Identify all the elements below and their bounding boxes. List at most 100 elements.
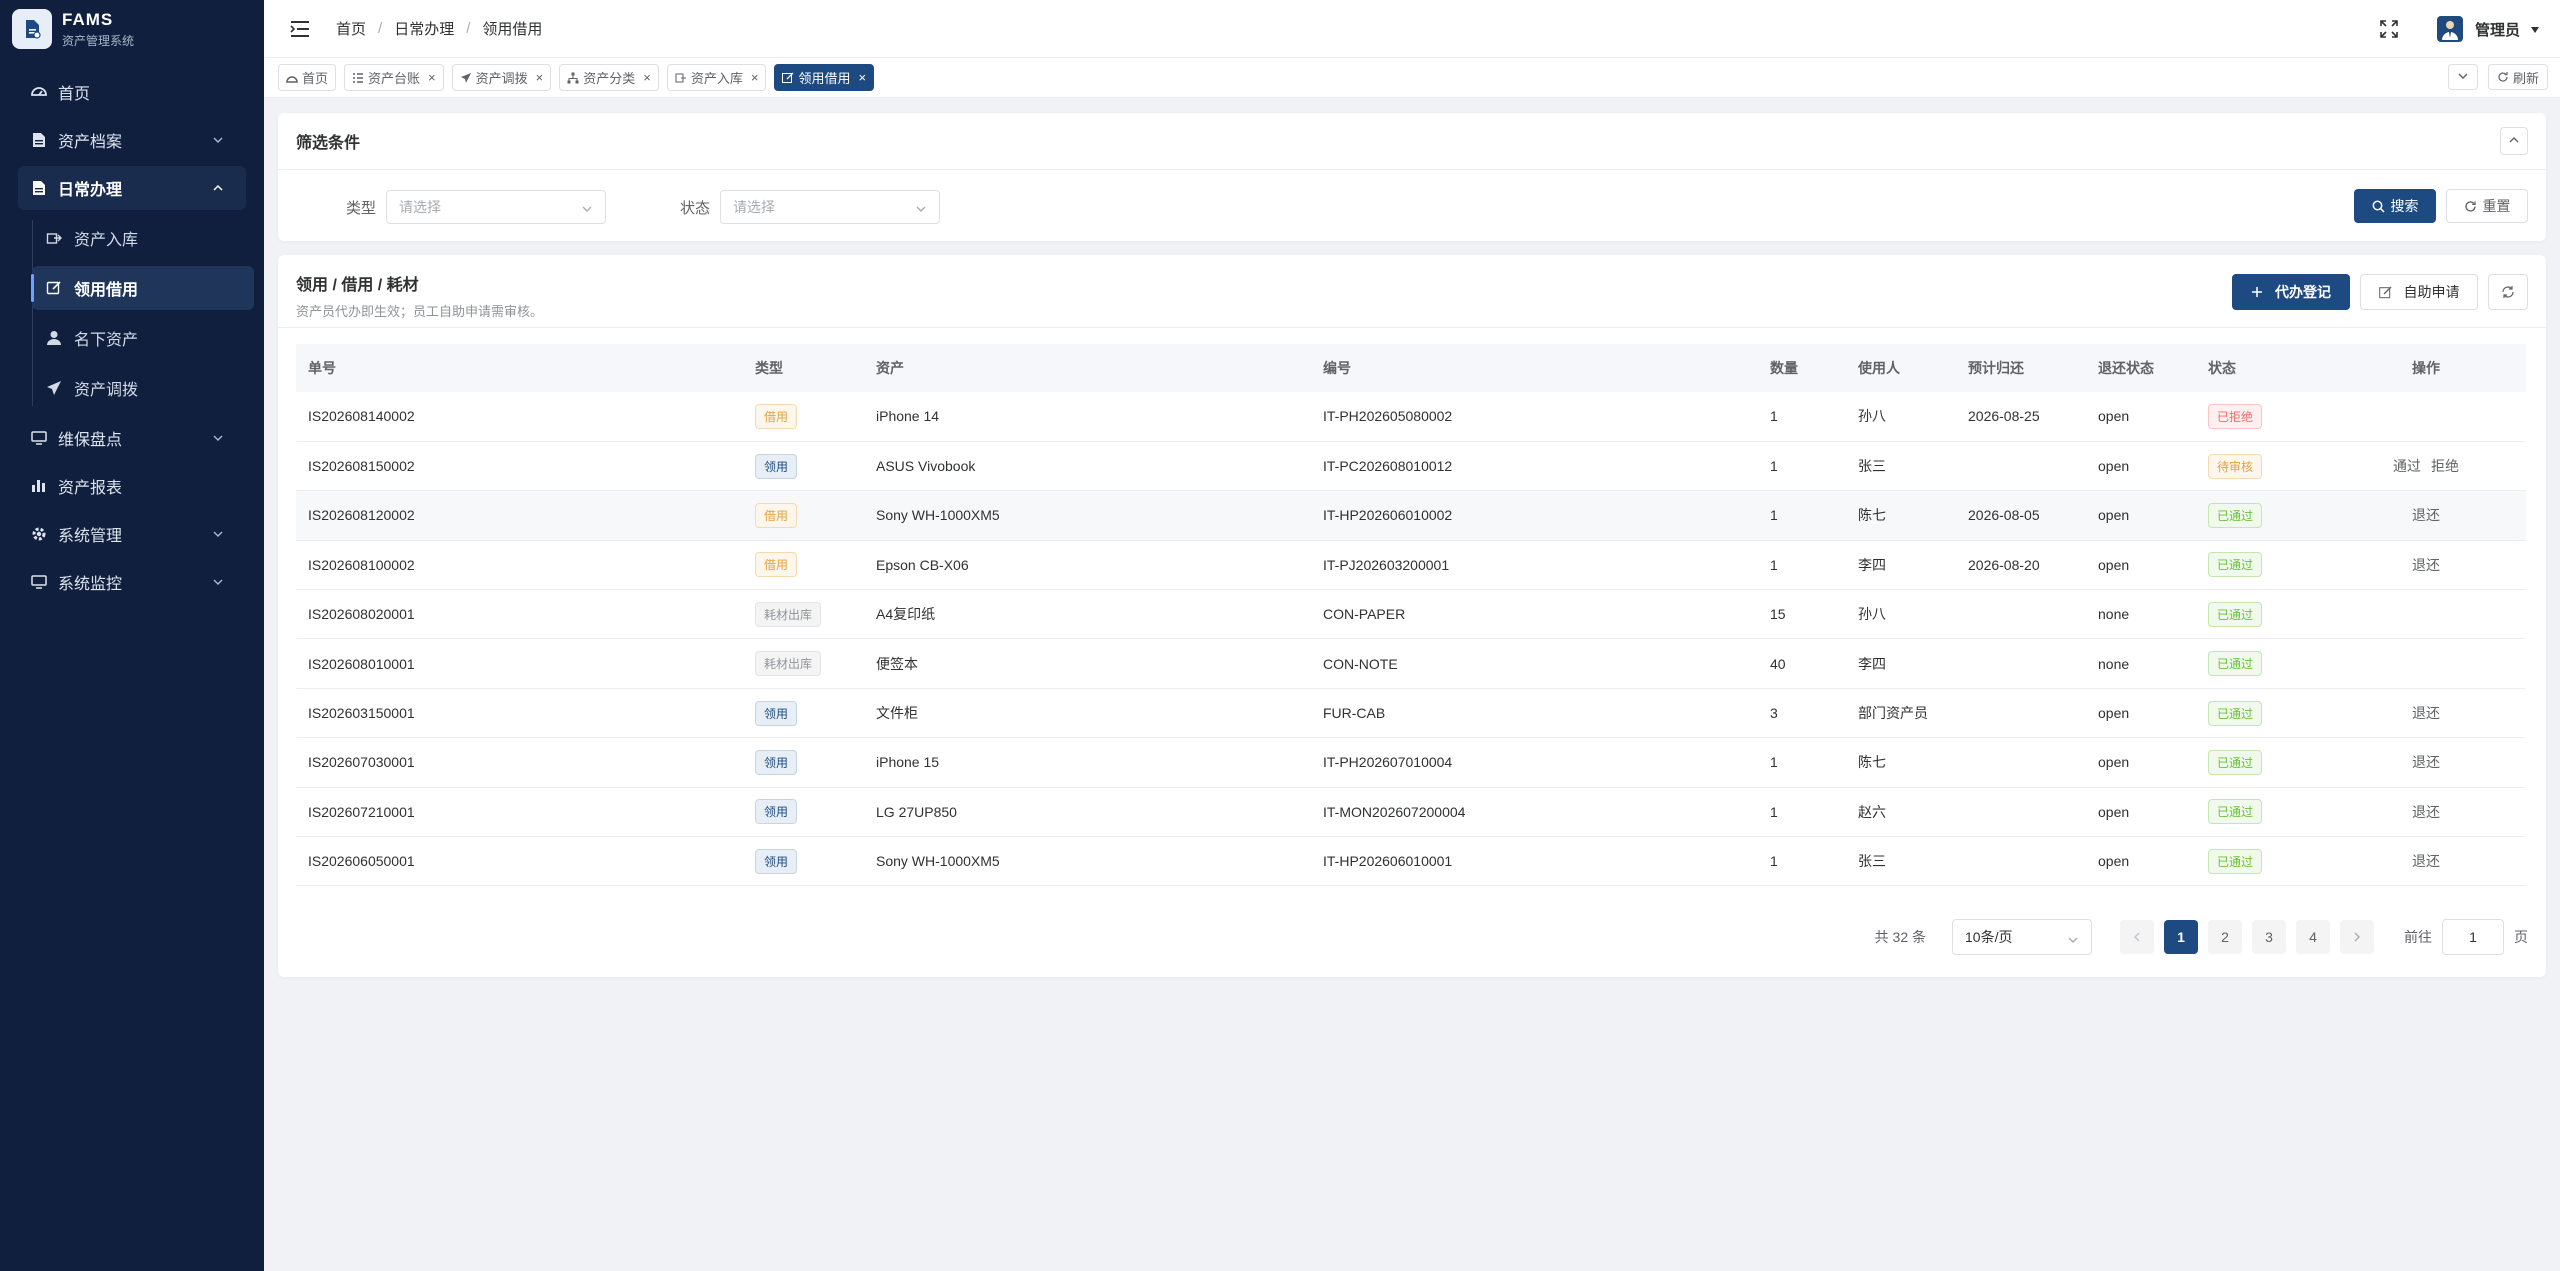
user-cell: 陈七 bbox=[1846, 490, 1956, 541]
breadcrumb-daily[interactable]: 日常办理 bbox=[394, 18, 454, 39]
sidebar-item-home[interactable]: 首页 bbox=[18, 70, 246, 114]
user-cell: 李四 bbox=[1846, 540, 1956, 591]
status-cell: 已通过 bbox=[2196, 688, 2326, 739]
return-cell: open bbox=[2086, 441, 2196, 492]
tab-borrow[interactable]: 领用借用 × bbox=[774, 64, 875, 91]
sidebar-item-borrow[interactable]: 领用借用 bbox=[31, 266, 254, 310]
row-action-link[interactable]: 拒绝 bbox=[2431, 458, 2459, 474]
sidebar-item-label: 系统管理 bbox=[58, 528, 123, 545]
close-icon[interactable]: × bbox=[643, 70, 651, 85]
tabs-dropdown-button[interactable] bbox=[2447, 64, 2478, 90]
row-action-link[interactable]: 退还 bbox=[2412, 853, 2440, 869]
column-header[interactable]: 使用人 bbox=[1846, 344, 1956, 392]
page-size-select[interactable]: 10条/页 bbox=[1952, 919, 2092, 955]
type-badge: 领用 bbox=[755, 799, 798, 825]
row-action-link[interactable]: 通过 bbox=[2393, 458, 2421, 474]
sidebar-item-system[interactable]: 系统管理 bbox=[18, 512, 246, 556]
table-row: IS202608140002 借用 iPhone 14 IT-PH2026050800… bbox=[296, 392, 2526, 442]
bar-chart-icon bbox=[30, 477, 48, 495]
tab-asset-inbound[interactable]: 资产入库 × bbox=[666, 64, 767, 91]
chevron-down-icon bbox=[212, 431, 224, 449]
actions-cell: 退还 bbox=[2326, 836, 2526, 887]
column-header[interactable]: 类型 bbox=[743, 344, 864, 392]
row-action-link[interactable]: 退还 bbox=[2412, 804, 2440, 820]
sidebar-item-transfer[interactable]: 资产调拨 bbox=[32, 366, 254, 410]
self-apply-button[interactable]: 自助申请 bbox=[2360, 274, 2478, 310]
menu-toggle-icon[interactable] bbox=[290, 18, 312, 40]
send-icon bbox=[46, 380, 62, 396]
type-cell: 领用 bbox=[743, 688, 864, 739]
page-button[interactable]: 3 bbox=[2252, 920, 2286, 954]
box-icon bbox=[675, 73, 687, 83]
tab-home[interactable]: 首页 bbox=[278, 64, 337, 91]
sidebar-item-daily[interactable]: 日常办理 bbox=[18, 166, 246, 210]
page-suffix: 页 bbox=[2514, 929, 2528, 945]
reload-button[interactable] bbox=[2488, 274, 2528, 310]
column-header[interactable]: 编号 bbox=[1311, 344, 1758, 392]
asset-cell: A4复印纸 bbox=[864, 589, 1311, 640]
code-cell: IT-PJ202603200001 bbox=[1311, 540, 1758, 591]
column-header[interactable]: 退还状态 bbox=[2086, 344, 2196, 392]
tree-icon bbox=[567, 72, 579, 84]
column-header[interactable]: 单号 bbox=[296, 344, 743, 392]
type-badge: 耗材出库 bbox=[755, 601, 822, 627]
tab-asset-transfer[interactable]: 资产调拨 × bbox=[451, 64, 552, 91]
status-select[interactable]: 请选择 bbox=[720, 190, 941, 224]
type-cell: 领用 bbox=[743, 787, 864, 838]
user-name[interactable]: 管理员 bbox=[2475, 19, 2520, 40]
caret-down-icon[interactable] bbox=[2530, 21, 2540, 38]
page-button[interactable]: 4 bbox=[2296, 920, 2330, 954]
row-action-link[interactable]: 退还 bbox=[2412, 754, 2440, 770]
avatar[interactable] bbox=[2436, 16, 2463, 42]
no-cell: IS202608150002 bbox=[296, 441, 743, 492]
qty-cell: 1 bbox=[1758, 787, 1846, 838]
sidebar: FAMS 资产管理系统 首页 资产档案 日常办理 资产入库 领用借用 名下资产 … bbox=[0, 0, 264, 1271]
edit-icon bbox=[782, 72, 794, 84]
column-header[interactable]: 状态 bbox=[2196, 344, 2326, 392]
type-select[interactable]: 请选择 bbox=[386, 190, 607, 224]
row-action-link[interactable]: 退还 bbox=[2412, 507, 2440, 523]
return-cell: none bbox=[2086, 589, 2196, 640]
goto-page-input[interactable]: 1 bbox=[2442, 919, 2504, 955]
column-header[interactable]: 资产 bbox=[864, 344, 1311, 392]
collapse-button[interactable] bbox=[2500, 127, 2528, 155]
tab-asset-category[interactable]: 资产分类 × bbox=[559, 64, 659, 91]
register-button[interactable]: 代办登记 bbox=[2232, 274, 2350, 310]
sidebar-item-maintenance[interactable]: 维保盘点 bbox=[18, 416, 246, 460]
search-label: 搜索 bbox=[2390, 198, 2419, 214]
column-header[interactable]: 操作 bbox=[2326, 344, 2526, 392]
tab-label: 资产入库 bbox=[690, 71, 743, 86]
tab-label: 资产调拨 bbox=[475, 71, 528, 86]
page-button[interactable]: 1 bbox=[2164, 920, 2198, 954]
breadcrumb-home[interactable]: 首页 bbox=[336, 18, 366, 39]
sidebar-item-my-assets[interactable]: 名下资产 bbox=[32, 316, 254, 360]
fullscreen-icon[interactable] bbox=[2379, 19, 2399, 39]
close-icon[interactable]: × bbox=[751, 70, 759, 85]
reset-button[interactable]: 重置 bbox=[2446, 189, 2528, 223]
page-button[interactable]: 2 bbox=[2208, 920, 2242, 954]
row-action-link[interactable]: 退还 bbox=[2412, 557, 2440, 573]
sidebar-item-reports[interactable]: 资产报表 bbox=[18, 464, 246, 508]
prev-page-button[interactable] bbox=[2120, 920, 2154, 954]
row-action-link[interactable]: 退还 bbox=[2412, 705, 2440, 721]
search-button[interactable]: 搜索 bbox=[2354, 189, 2436, 223]
code-cell: IT-HP202606010001 bbox=[1311, 836, 1758, 887]
column-header[interactable]: 预计归还 bbox=[1956, 344, 2086, 392]
close-icon[interactable]: × bbox=[536, 70, 544, 85]
sidebar-item-asset-archive[interactable]: 资产档案 bbox=[18, 118, 246, 162]
table-row: IS202606050001 领用 Sony WH-1000XM5 IT-HP2026… bbox=[296, 836, 2526, 887]
sidebar-item-monitor[interactable]: 系统监控 bbox=[18, 560, 246, 604]
sidebar-menu: 首页 资产档案 日常办理 资产入库 领用借用 名下资产 资产调拨 维保盘点 资产… bbox=[0, 70, 264, 604]
status-badge: 已通过 bbox=[2208, 700, 2263, 726]
close-icon[interactable]: × bbox=[858, 70, 866, 85]
sidebar-item-asset-inbound[interactable]: 资产入库 bbox=[32, 216, 254, 260]
column-header[interactable]: 数量 bbox=[1758, 344, 1846, 392]
close-icon[interactable]: × bbox=[428, 70, 436, 85]
status-badge: 已通过 bbox=[2208, 502, 2263, 528]
refresh-tab-button[interactable]: 刷新 bbox=[2487, 64, 2548, 90]
status-placeholder: 请选择 bbox=[733, 199, 776, 215]
next-page-button[interactable] bbox=[2340, 920, 2374, 954]
tab-label: 资产分类 bbox=[583, 71, 636, 86]
tab-asset-ledger[interactable]: 资产台账 × bbox=[344, 64, 444, 91]
return-cell: open bbox=[2086, 688, 2196, 739]
